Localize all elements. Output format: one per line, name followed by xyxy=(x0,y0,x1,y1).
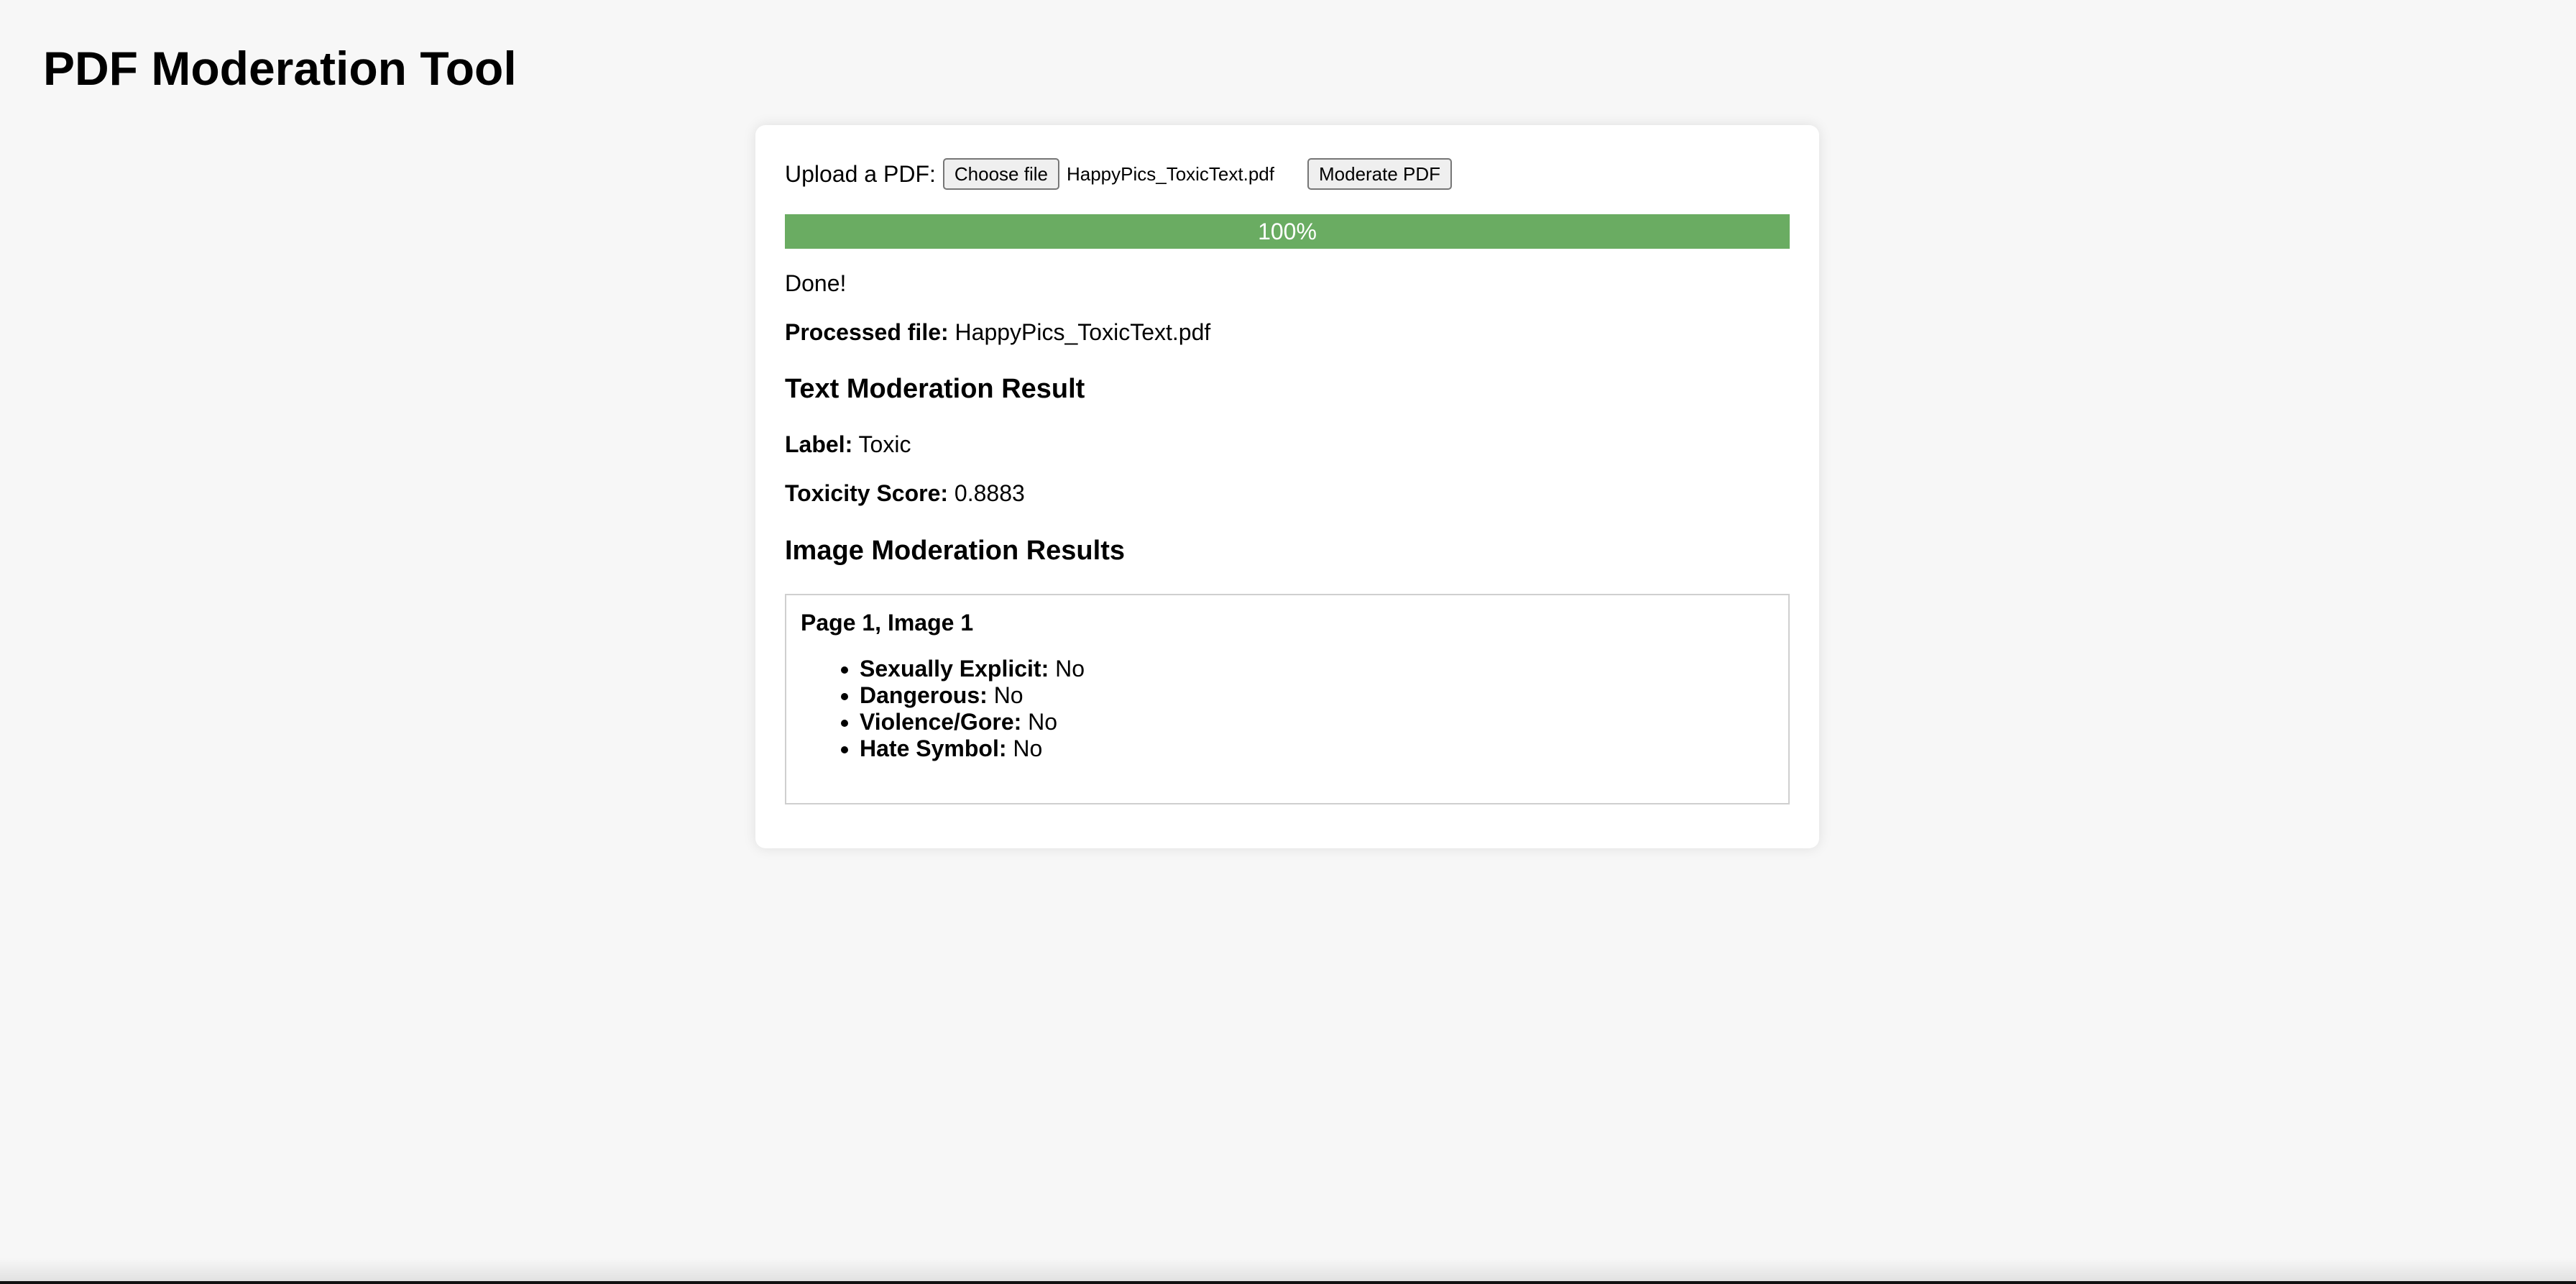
moderation-card: Upload a PDF: Choose file HappyPics_Toxi… xyxy=(755,125,1819,848)
attribute-key: Violence/Gore: xyxy=(860,709,1022,735)
text-label-value: Toxic xyxy=(858,431,911,457)
attribute-key: Dangerous: xyxy=(860,682,988,708)
toxicity-score-key: Toxicity Score: xyxy=(785,480,949,506)
window-bottom-edge xyxy=(0,1281,2576,1284)
page-title: PDF Moderation Tool xyxy=(43,42,517,95)
window-bottom-shadow xyxy=(0,1258,2576,1284)
progress-label: 100% xyxy=(1258,218,1317,244)
progress-bar: 100% xyxy=(785,214,1790,249)
text-label-line: Label: Toxic xyxy=(785,430,911,459)
upload-label: Upload a PDF: xyxy=(785,160,936,187)
status-text: Done! xyxy=(785,270,847,296)
attribute-key: Sexually Explicit: xyxy=(860,656,1049,682)
processed-file-label: Processed file: xyxy=(785,319,949,345)
image-attribute-list: Sexually Explicit: No Dangerous: No Viol… xyxy=(829,656,1085,762)
attribute-key: Hate Symbol: xyxy=(860,735,1007,761)
selected-file-name: HappyPics_ToxicText.pdf xyxy=(1066,162,1274,185)
upload-row: Upload a PDF: Choose file HappyPics_Toxi… xyxy=(785,152,1453,196)
choose-file-button[interactable]: Choose file xyxy=(942,158,1059,190)
image-result-card: Page 1, Image 1 Sexually Explicit: No Da… xyxy=(785,594,1790,804)
moderate-pdf-button[interactable]: Moderate PDF xyxy=(1307,158,1453,190)
attribute-value: No xyxy=(1055,656,1085,682)
attribute-value: No xyxy=(1028,709,1058,735)
image-result-title: Page 1, Image 1 xyxy=(801,610,974,636)
list-item: Violence/Gore: No xyxy=(860,709,1085,735)
list-item: Sexually Explicit: No xyxy=(860,656,1085,682)
list-item: Dangerous: No xyxy=(860,682,1085,709)
processed-file-line: Processed file: HappyPics_ToxicText.pdf xyxy=(785,318,1210,347)
toxicity-score-value: 0.8883 xyxy=(954,480,1025,506)
progress-bar-fill: 100% xyxy=(785,214,1790,249)
text-label-key: Label: xyxy=(785,431,853,457)
toxicity-score-line: Toxicity Score: 0.8883 xyxy=(785,479,1025,508)
image-moderation-heading: Image Moderation Results xyxy=(785,536,1125,566)
text-moderation-heading: Text Moderation Result xyxy=(785,374,1085,404)
attribute-value: No xyxy=(1013,735,1043,761)
list-item: Hate Symbol: No xyxy=(860,735,1085,762)
attribute-value: No xyxy=(993,682,1024,708)
processed-file-value: HappyPics_ToxicText.pdf xyxy=(954,319,1211,345)
